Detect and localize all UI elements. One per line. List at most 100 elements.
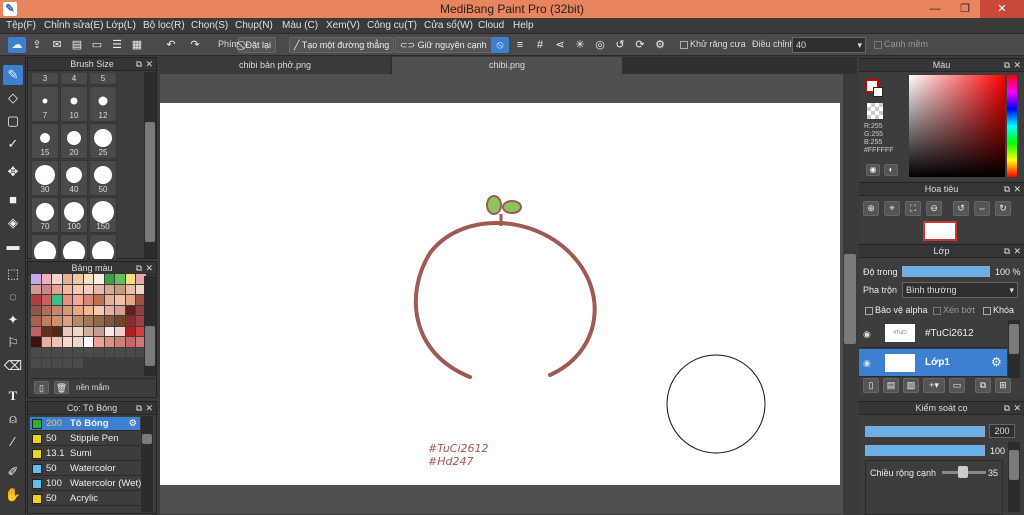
color-swatch[interactable] [83,305,93,315]
gear-icon[interactable]: ⚙ [128,417,137,431]
reset-button[interactable]: ⃠ Đặt lại [238,37,277,53]
soft-edge-checkbox[interactable] [874,40,882,49]
color-swatch[interactable] [73,305,83,315]
circle-snap-icon[interactable]: ◎ [591,37,609,53]
add-layer-menu-icon[interactable]: +▾ [923,378,945,393]
hand-tool-icon[interactable]: ✋ [3,485,23,505]
palette-add-icon[interactable]: ◉ [866,164,880,176]
color-swatch[interactable] [73,337,83,347]
brush-size-scrollbar[interactable] [144,72,156,258]
eye-icon[interactable]: ◉ [863,358,871,369]
chat-icon[interactable]: ✉ [48,37,66,53]
menu-color[interactable]: Màu (C) [282,20,318,31]
navigator-preview[interactable] [923,221,957,241]
zoom-reset-icon[interactable]: ⌖ [884,201,900,216]
color-swatch[interactable] [73,358,83,368]
color-swatch[interactable] [104,326,114,336]
scroll-thumb[interactable] [145,122,155,242]
new-palette-icon[interactable]: ▯ [34,381,49,394]
folder-icon[interactable]: ▭ [949,378,965,393]
color-swatch[interactable] [104,305,114,315]
brush-size-option[interactable]: 7 [31,86,59,122]
color-swatch[interactable] [62,337,72,347]
close-icon[interactable]: ✕ [145,262,153,275]
color-swatch[interactable] [52,347,62,357]
brush-list-item[interactable]: 50 Stipple Pen [30,432,140,446]
color-swatch[interactable] [115,295,125,305]
close-button[interactable]: ✕ [980,0,1024,18]
brush-size-option[interactable]: 12 [89,86,117,122]
color-swatch[interactable] [52,326,62,336]
menu-select[interactable]: Chọn(S) [191,20,228,31]
select-pen-icon[interactable]: ✓ [3,134,23,154]
color-swatch[interactable] [52,358,62,368]
select-eraser-icon[interactable]: ⌫ [3,356,23,376]
close-icon[interactable]: ✕ [145,402,153,415]
menu-filter[interactable]: Bộ lọc(R) [143,20,185,31]
color-swatch[interactable] [52,305,62,315]
color-swatch[interactable] [94,284,104,294]
palette-scrollbar[interactable] [144,276,156,376]
brush-list-scrollbar[interactable] [141,416,153,512]
brush-control-scrollbar[interactable] [1008,442,1020,512]
scroll-thumb[interactable] [1009,324,1019,354]
color-swatch[interactable] [73,316,83,326]
brush-size-option[interactable]: 150 [89,197,117,233]
minimize-button[interactable]: — [920,0,950,18]
undo-icon[interactable]: ↶ [162,37,180,53]
radial-snap-icon[interactable]: ✳ [571,37,589,53]
clip-checkbox[interactable] [933,306,941,315]
move-tool-icon[interactable]: ✥ [3,162,23,182]
lock-toggle[interactable]: Khóa [983,305,1014,315]
layer-row[interactable]: ◉ #TuCi #TuCi2612 [859,320,1007,348]
zoom-in-icon[interactable]: ⊕ [863,201,879,216]
eraser-tool-icon[interactable]: ◇ [3,88,23,108]
color-swatch[interactable] [62,316,72,326]
transparent-swatch[interactable] [867,103,883,119]
color-swatch[interactable] [31,347,41,357]
color-swatch[interactable] [62,326,72,336]
brush-list-item[interactable]: 50 Watercolor [30,462,140,476]
brush-size-option[interactable]: 30 [31,160,59,196]
color-swatch[interactable] [115,274,125,284]
brush-size-option[interactable] [60,234,88,259]
menu-layer[interactable]: Lớp(L) [106,20,136,31]
color-swatch[interactable] [41,274,51,284]
blend-mode-select[interactable]: Bình thường ▾ [902,282,1018,298]
color-swatch[interactable] [104,284,114,294]
page-icon[interactable]: ▭ [88,37,106,53]
color-swatch[interactable] [41,305,51,315]
rotate-snap-icon[interactable]: ⟳ [631,37,649,53]
color-swatch[interactable] [73,295,83,305]
float-icon[interactable]: ⧉ [1004,59,1010,72]
color-swatch[interactable] [41,284,51,294]
cloud-icon[interactable]: ☁ [8,37,26,53]
restore-button[interactable]: ❐ [950,0,980,18]
trash-icon[interactable]: 🗑 [54,381,69,394]
eye-icon[interactable]: ◉ [863,329,871,340]
color-swatch[interactable] [31,326,41,336]
rotate-right-icon[interactable]: ↻ [995,201,1011,216]
color-swatch[interactable] [94,274,104,284]
color-swatch[interactable] [125,274,135,284]
color-swatch[interactable] [52,284,62,294]
close-icon[interactable]: ✕ [145,58,153,71]
menu-tools[interactable]: Công cụ(T) [367,20,417,31]
color-picker-icon[interactable]: ◐ [884,164,898,176]
color-swatch[interactable] [115,326,125,336]
secondary-color-swatch[interactable] [873,87,883,97]
menu-edit[interactable]: Chỉnh sửa(E) [44,20,104,31]
list-icon[interactable]: ☰ [108,37,126,53]
brush-opacity-slider[interactable] [865,445,985,456]
color-swatch[interactable] [31,274,41,284]
color-swatch[interactable] [104,274,114,284]
snap-off-icon[interactable]: ⦸ [491,37,509,53]
curve-snap-icon[interactable]: ↺ [611,37,629,53]
palette-swatches[interactable] [31,274,146,374]
drawing-canvas[interactable]: #TuCi2612 #Hd247 [160,103,840,485]
new-8bit-layer-icon[interactable]: ▧ [903,378,919,393]
lock-checkbox[interactable] [983,306,991,315]
select-rect-icon[interactable]: ⬚ [3,264,23,284]
color-swatch[interactable] [125,326,135,336]
color-swatch[interactable] [83,284,93,294]
